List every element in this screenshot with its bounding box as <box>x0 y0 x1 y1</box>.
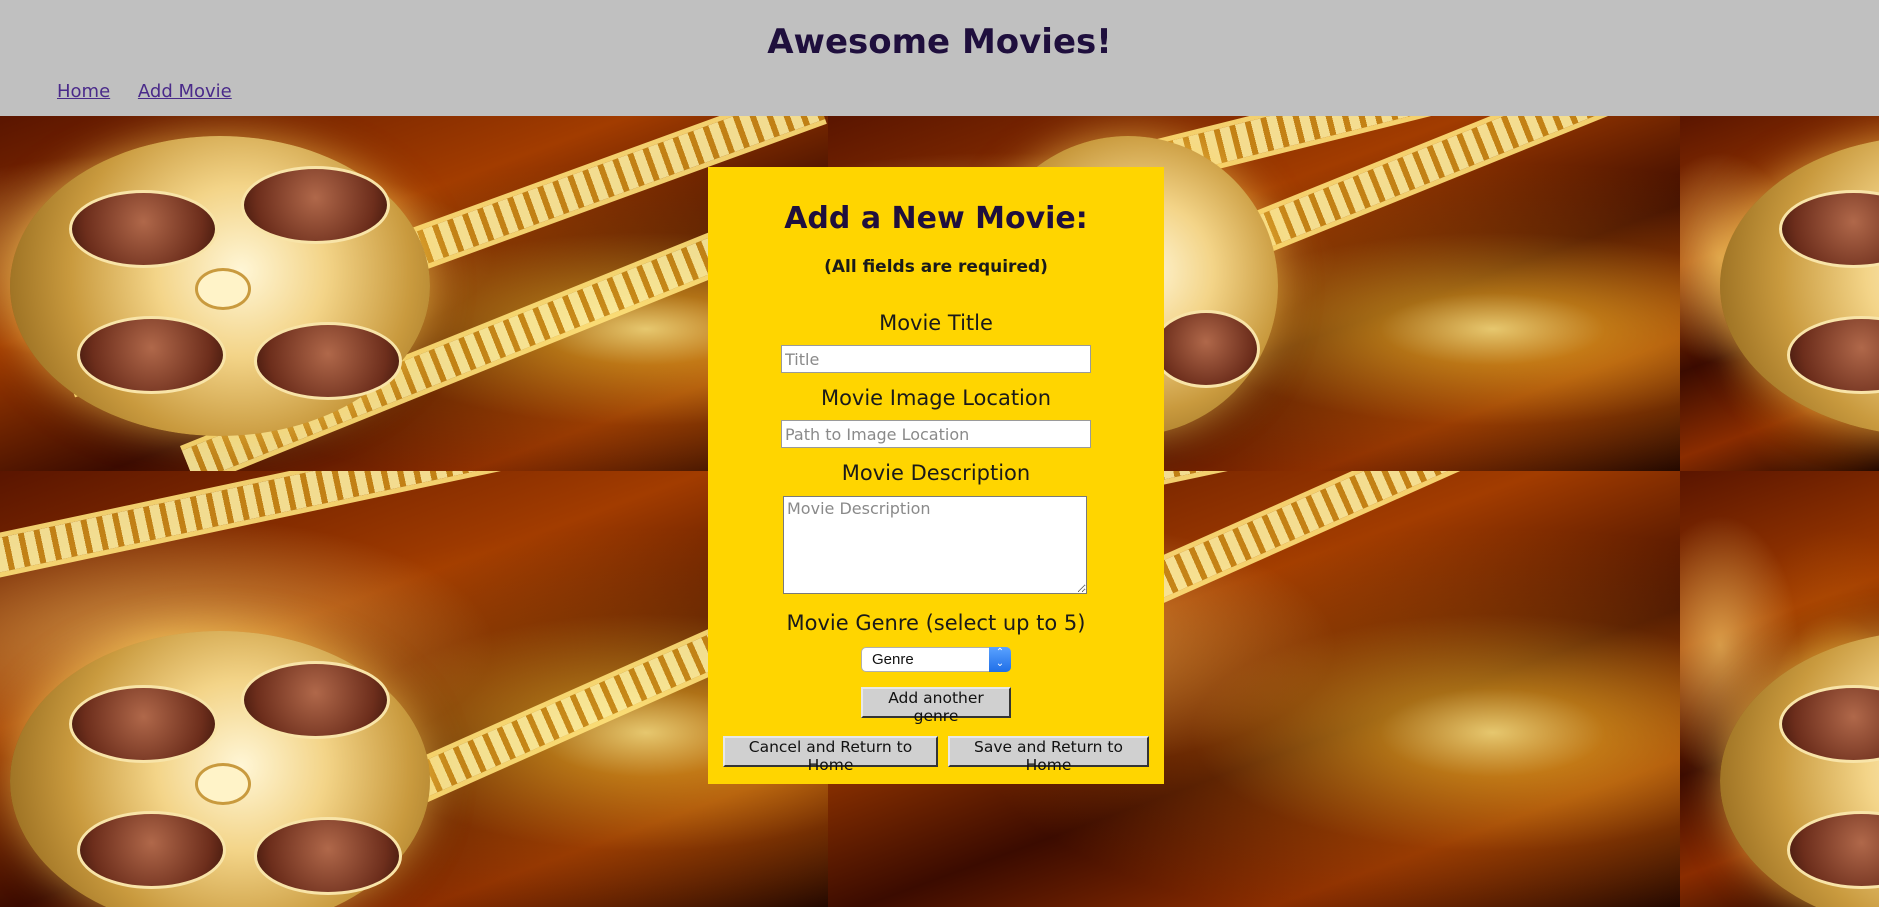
genre-select[interactable]: Genre ⌃ ⌄ <box>861 647 1011 672</box>
background-tile <box>1680 116 1879 471</box>
chevron-up-down-icon: ⌃ ⌄ <box>989 647 1011 672</box>
movie-title-label: Movie Title <box>879 311 993 335</box>
cancel-button[interactable]: Cancel and Return to Home <box>723 736 938 774</box>
movie-image-input[interactable] <box>781 420 1091 448</box>
movie-description-textarea[interactable] <box>783 496 1087 594</box>
form-subheading: (All fields are required) <box>824 257 1048 277</box>
site-header: Awesome Movies! Home Add Movie <box>0 0 1879 116</box>
nav-bar: Home Add Movie <box>57 81 254 102</box>
add-movie-form: Add a New Movie: (All fields are require… <box>708 167 1164 784</box>
nav-link-add-movie[interactable]: Add Movie <box>138 81 232 102</box>
film-reel-image <box>10 631 430 907</box>
form-heading: Add a New Movie: <box>784 201 1088 236</box>
movie-genre-label: Movie Genre (select up to 5) <box>786 611 1086 635</box>
genre-select-value: Genre <box>872 651 914 668</box>
movie-image-label: Movie Image Location <box>820 386 1052 410</box>
nav-link-home[interactable]: Home <box>57 81 110 102</box>
film-reel-background: Add a New Movie: (All fields are require… <box>0 116 1879 907</box>
film-reel-image <box>10 136 430 436</box>
background-tile <box>0 471 828 907</box>
background-tile <box>0 116 828 471</box>
site-title: Awesome Movies! <box>767 22 1112 62</box>
movie-description-label: Movie Description <box>841 461 1031 485</box>
background-tile <box>1680 471 1879 907</box>
movie-title-input[interactable] <box>781 345 1091 373</box>
save-button[interactable]: Save and Return to Home <box>948 736 1149 774</box>
add-genre-button[interactable]: Add another genre <box>861 687 1011 725</box>
